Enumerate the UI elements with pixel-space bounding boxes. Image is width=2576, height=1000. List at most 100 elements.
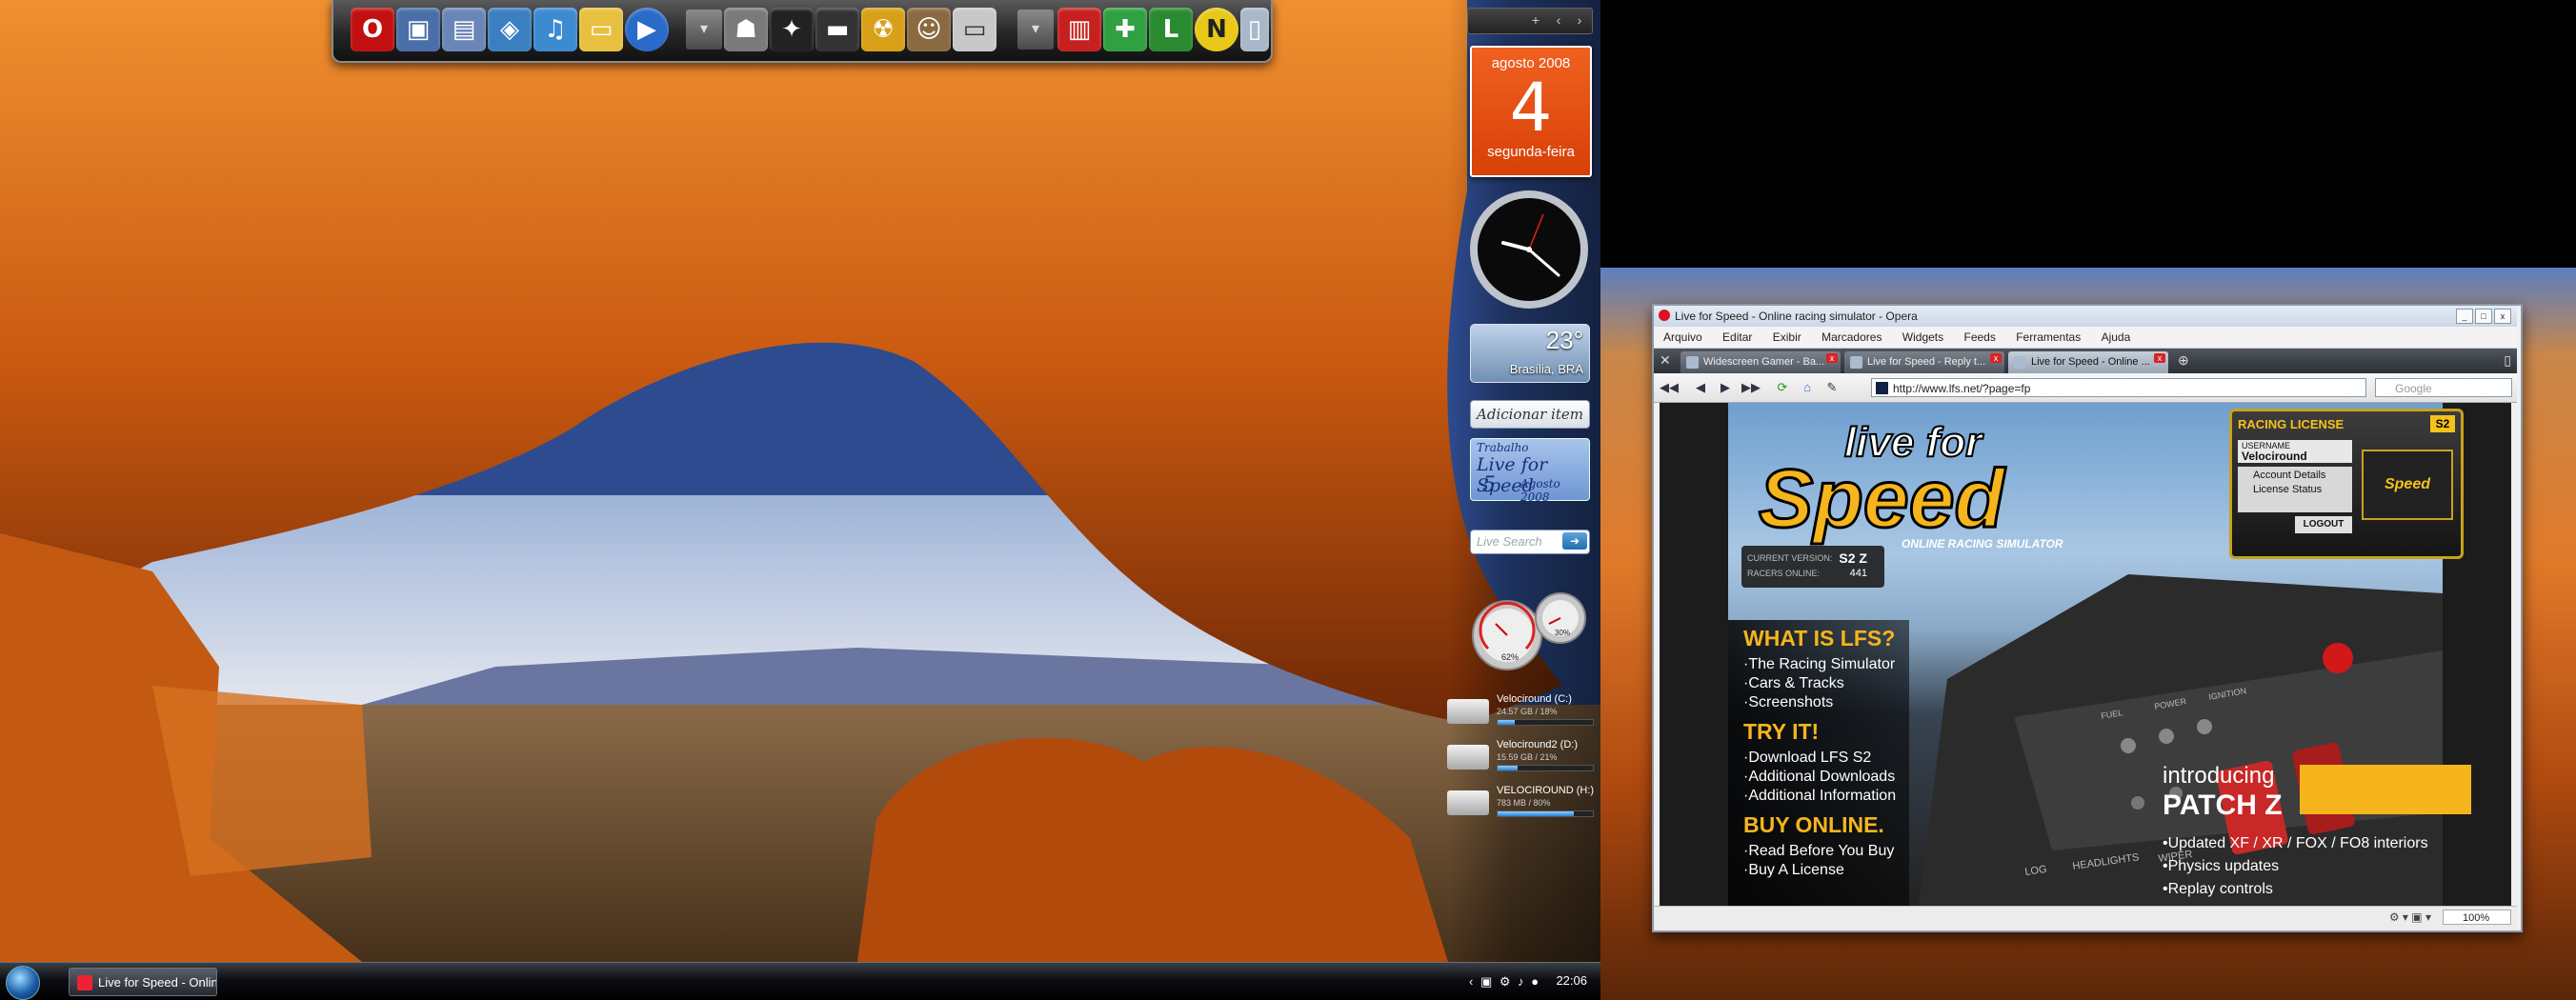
start-button[interactable] [6,966,40,1000]
search-field[interactable]: Google [2375,378,2512,397]
sidebar-prev-button[interactable]: ‹ [1548,12,1569,28]
link-cars-tracks[interactable]: ·Cars & Tracks [1743,675,1844,692]
notes-gadget[interactable]: Trabalho Live for Speed 5 Agosto 2008 [1470,438,1590,504]
menu-marcadores[interactable]: Marcadores [1812,327,1889,344]
logo-speed: Speed [1759,453,2006,545]
desert-arch-wallpaper [0,0,1600,1000]
close-tab-icon[interactable]: x [1826,353,1838,363]
drive-icon[interactable]: ▭ [953,8,996,51]
weather-gadget[interactable]: 23° Brasília, BRA [1470,324,1590,383]
folder-icon[interactable]: ▭ [579,8,623,51]
opera-icon[interactable]: O [351,8,394,51]
media-player-icon[interactable]: ▶ [625,8,669,51]
page-icon [2014,356,2026,369]
character-icon[interactable]: ☺ [907,8,951,51]
tray-clock[interactable]: 22:06 [1556,973,1587,988]
tools-icon[interactable]: ✕ [1660,352,1671,369]
forward-icon[interactable]: ▶ [1717,379,1734,396]
puzzle-icon[interactable]: ✚ [1103,8,1147,51]
link-buy-license[interactable]: ·Buy A License [1743,862,1844,879]
patch-item: •Physics updates [2163,858,2280,874]
link-account-details[interactable]: Account Details [2238,467,2352,481]
program-icon[interactable]: L [1149,8,1193,51]
cpu-meter-gadget[interactable]: 62% 30% [1467,586,1591,671]
speed-icon[interactable]: ☢ [861,8,905,51]
racing-game-icon[interactable]: ▬ [815,8,859,51]
drive-item-h[interactable]: VELOCIROUND (H:) 783 MB / 80% [1443,785,1596,825]
edit-icon[interactable]: ✎ [1823,379,1841,396]
menu-ferramentas[interactable]: Ferramentas [2006,327,2088,344]
tray-icons[interactable]: ‹ ▣ ⚙ ♪ ● [1469,974,1540,990]
media-icon[interactable]: ◈ [488,8,532,51]
taskbar-button-opera[interactable]: Live for Speed - Onlin... [69,968,217,996]
opera-icon [1659,310,1670,321]
drive-item-c[interactable]: Velociround (C:) 24.57 GB / 18% [1443,693,1596,733]
tab-bar: ✕ Widescreen Gamer - Ba... x Live for Sp… [1654,349,2517,373]
menu-ajuda[interactable]: Ajuda [2092,327,2139,344]
link-download-lfs[interactable]: ·Download LFS S2 [1743,750,1871,767]
live-search-gadget[interactable]: Live Search ➜ [1470,530,1590,554]
patch-title[interactable]: PATCH Z [2163,790,2283,822]
menu-feeds[interactable]: Feeds [1955,327,2003,344]
menu-widgets[interactable]: Widgets [1893,327,1951,344]
battlefield-icon[interactable]: ✦ [770,8,814,51]
close-tab-icon[interactable]: x [1990,353,2002,363]
menu-arquivo[interactable]: Arquivo [1654,327,1710,344]
close-button[interactable]: x [2494,309,2511,324]
logout-button[interactable]: LOGOUT [2295,516,2352,533]
tab-lfs-online[interactable]: Live for Speed - Online ... x [2008,351,2168,373]
reload-icon[interactable]: ⟳ [1774,379,1791,396]
trash-icon[interactable]: ▯ [2504,352,2511,369]
maximize-button[interactable]: □ [2475,309,2492,324]
dock-separator-dropdown-2[interactable]: ▾ [1017,10,1054,50]
clock-gadget[interactable] [1467,188,1591,311]
address-bar[interactable]: http://www.lfs.net/?page=fp [1871,378,2366,397]
link-additional-information[interactable]: ·Additional Information [1743,788,1896,805]
live-search-input[interactable]: Live Search [1477,534,1542,549]
new-tab-icon[interactable]: ⊕ [2178,352,2189,369]
link-read-before-buy[interactable]: ·Read Before You Buy [1743,843,1894,860]
recycle-bin-icon[interactable]: ▯ [1240,8,1269,51]
home-icon[interactable]: ⌂ [1799,379,1816,396]
calendar-gadget[interactable]: agosto 2008 4 segunda-feira [1470,46,1592,177]
ram-usage-text: 30% [1555,629,1570,637]
sidebar-add-gadget-button[interactable]: + [1525,12,1546,28]
browser-title-bar[interactable]: Live for Speed - Online racing simulator… [1654,306,2517,327]
drive-item-d[interactable]: Velociround2 (D:) 15.59 GB / 21% [1443,739,1596,779]
lfs-homepage: FUEL POWER IGNITION LOG HEADLIGHTS WIPER… [1728,403,2471,906]
taskbar-button-label: Live for Speed - Onlin... [98,975,217,990]
computer-icon[interactable]: ▣ [396,8,440,51]
link-screenshots[interactable]: ·Screenshots [1743,694,1833,711]
tab-widescreen-gamer[interactable]: Widescreen Gamer - Ba... x [1680,351,1841,373]
music-icon[interactable]: ♫ [533,8,577,51]
link-racing-simulator[interactable]: ·The Racing Simulator [1743,656,1895,673]
rewind-icon[interactable]: ◀◀ [1660,379,1679,396]
link-license-status[interactable]: License Status [2238,481,2352,495]
game-icon[interactable]: ☗ [724,8,768,51]
menu-exibir[interactable]: Exibir [1763,327,1809,344]
add-item-button[interactable]: Adicionar item [1470,400,1590,429]
close-tab-icon[interactable]: x [2154,353,2165,363]
tab-label: Live for Speed - Online ... [2031,356,2150,368]
fast-forward-icon[interactable]: ▶▶ [1741,379,1761,396]
minimize-button[interactable]: _ [2456,309,2473,324]
page-icon [1686,356,1699,369]
norton-icon[interactable]: N [1195,8,1238,51]
sidebar-next-button[interactable]: › [1569,12,1590,28]
status-icons[interactable]: ⚙ ▾ ▣ ▾ [2389,910,2431,924]
drive-size: 783 MB / 80% [1497,798,1551,808]
search-icon[interactable]: ➜ [1562,532,1587,550]
winamp-icon[interactable]: ▥ [1057,8,1101,51]
link-additional-downloads[interactable]: ·Additional Downloads [1743,769,1895,786]
drive-name: Velociround (C:) [1497,693,1572,705]
weather-temperature: 23° [1545,326,1583,354]
back-icon[interactable]: ◀ [1692,379,1709,396]
drive-usage-bar [1497,765,1594,771]
search-placeholder: Google [2395,382,2432,395]
dock-separator-dropdown[interactable]: ▾ [686,10,722,50]
tab-lfs-reply[interactable]: Live for Speed - Reply t... x [1844,351,2004,373]
documents-icon[interactable]: ▤ [442,8,486,51]
menu-editar[interactable]: Editar [1713,327,1760,344]
patch-item: •Updated XF / XR / FOX / FO8 interiors [2163,835,2428,851]
zoom-control[interactable]: 100% [2443,910,2511,925]
